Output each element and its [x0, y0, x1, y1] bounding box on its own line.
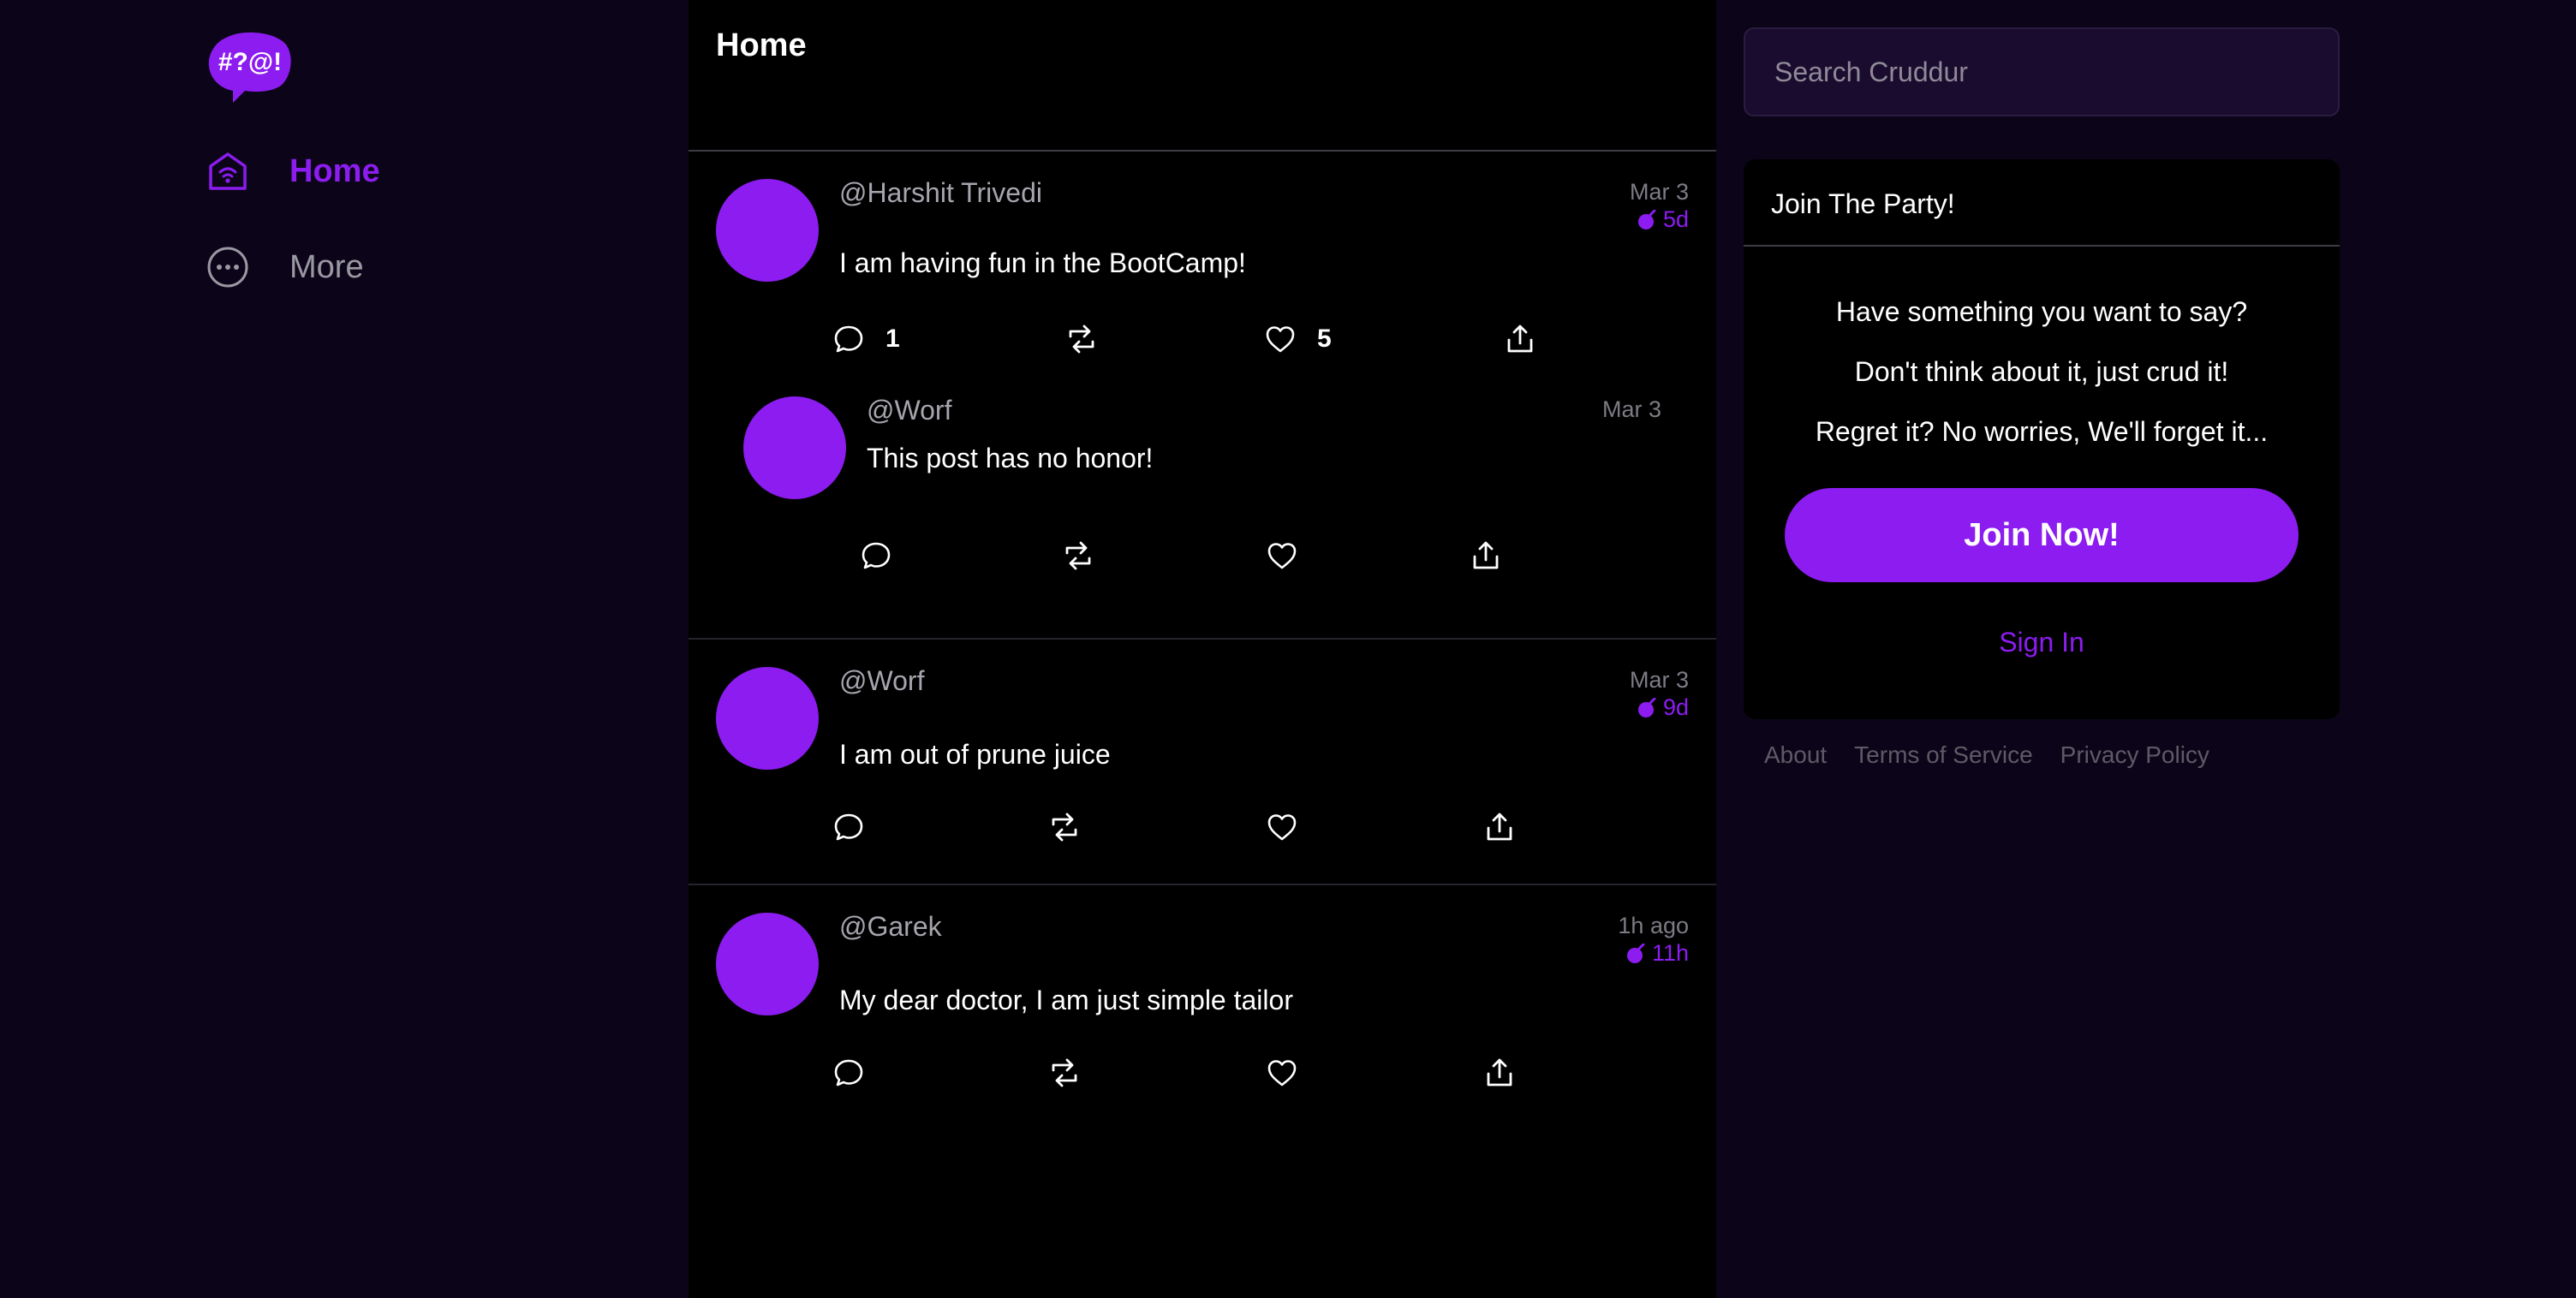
cruddur-logo[interactable]: #?@!: [207, 31, 293, 104]
share-icon: [1487, 1058, 1512, 1087]
search-input[interactable]: [1773, 55, 2290, 89]
reply-handle[interactable]: @Worf: [867, 395, 951, 426]
like-count: 5: [1317, 324, 1332, 353]
bomb-icon: [1626, 943, 1645, 963]
repost-button[interactable]: [1062, 539, 1094, 572]
post-handle[interactable]: @Worf: [839, 665, 924, 697]
sign-in-link[interactable]: Sign In: [1744, 627, 2340, 658]
post-handle[interactable]: @Harshit Trivedi: [839, 177, 1042, 209]
reply-button[interactable]: 1: [832, 323, 900, 355]
post[interactable]: @Harshit Trivedi Mar 3 5d I am having fu…: [689, 152, 1716, 640]
like-button[interactable]: [1266, 811, 1298, 843]
home-icon: [206, 149, 250, 194]
svg-text:#?@!: #?@!: [218, 48, 282, 76]
reply-button[interactable]: [832, 1057, 865, 1089]
footer-links: About Terms of Service Privacy Policy: [1764, 741, 2209, 769]
post-expiry: 11h: [1626, 940, 1689, 967]
repost-icon: [1052, 813, 1077, 842]
reply-icon: [834, 1059, 863, 1087]
divider: [1744, 245, 2340, 247]
share-icon: [1473, 541, 1499, 569]
post-expiry: 9d: [1637, 694, 1689, 721]
repost-icon: [1065, 541, 1091, 570]
avatar[interactable]: [716, 667, 819, 770]
search-box[interactable]: [1744, 27, 2340, 116]
join-card-line: Don't think about it, just crud it!: [1854, 356, 2229, 387]
repost-button[interactable]: [1048, 1057, 1081, 1089]
post-handle[interactable]: @Garek: [839, 911, 942, 943]
share-icon: [1487, 813, 1512, 841]
join-now-button[interactable]: Join Now!: [1785, 488, 2299, 582]
repost-icon: [1069, 324, 1094, 354]
join-card-line: Have something you want to say?: [1835, 296, 2248, 327]
repost-button[interactable]: [1065, 323, 1098, 355]
like-button[interactable]: [1266, 539, 1298, 572]
feed: Home @Harshit Trivedi Mar 3 5d I am havi…: [689, 0, 1716, 1298]
share-button[interactable]: [1483, 811, 1516, 843]
post-body: I am out of prune juice: [839, 739, 1111, 770]
like-button[interactable]: 5: [1264, 323, 1332, 355]
like-icon: [1267, 1060, 1297, 1087]
reply-button[interactable]: [832, 811, 865, 843]
avatar[interactable]: [716, 913, 819, 1015]
like-icon: [1267, 814, 1297, 841]
more-icon: [206, 245, 250, 289]
nav-more[interactable]: More: [206, 245, 364, 289]
footer-terms-link[interactable]: Terms of Service: [1854, 741, 2033, 769]
post-expiry-text: 9d: [1662, 694, 1689, 720]
footer-about-link[interactable]: About: [1764, 741, 1827, 769]
reply-count: 1: [886, 324, 900, 353]
nav-home-label: Home: [289, 152, 380, 189]
repost-icon: [1052, 1058, 1077, 1087]
bomb-icon: [1637, 697, 1656, 717]
join-card-title: Join The Party!: [1771, 188, 1955, 219]
join-card-line: Regret it? No worries, We'll forget it..…: [1815, 416, 2269, 447]
post-expiry-text: 11h: [1651, 940, 1689, 966]
post-body: My dear doctor, I am just simple tailor: [839, 985, 1293, 1015]
feed-header: Home: [689, 0, 1716, 152]
repost-button[interactable]: [1048, 811, 1081, 843]
nav-home[interactable]: Home: [206, 149, 380, 194]
nav-more-label: More: [289, 248, 364, 285]
post-body: I am having fun in the BootCamp!: [839, 247, 1246, 278]
post-expiry-text: 5d: [1662, 206, 1689, 232]
footer-privacy-link[interactable]: Privacy Policy: [2060, 741, 2209, 769]
reply-icon: [834, 813, 863, 841]
like-button[interactable]: [1266, 1057, 1298, 1089]
post-expiry: 5d: [1637, 206, 1689, 233]
reply-date: Mar 3: [1601, 396, 1661, 422]
post[interactable]: @Garek 1h ago 11h My dear doctor, I am j…: [689, 885, 1716, 1142]
join-card: Join The Party! Have something you want …: [1744, 159, 2340, 719]
avatar[interactable]: [743, 396, 846, 499]
like-icon: [1267, 543, 1297, 569]
reply-button[interactable]: [860, 539, 892, 572]
avatar[interactable]: [716, 179, 819, 282]
share-button[interactable]: [1504, 323, 1536, 355]
reply-icon: [834, 325, 863, 353]
reply-icon: [862, 542, 891, 569]
post[interactable]: @Worf Mar 3 9d I am out of prune juice: [689, 640, 1716, 885]
reply-body: This post has no honor!: [867, 443, 1154, 473]
post-date: Mar 3: [1629, 179, 1689, 205]
post-date: Mar 3: [1629, 667, 1689, 693]
logo-icon: #?@!: [208, 32, 291, 103]
share-button[interactable]: [1470, 539, 1502, 572]
page-title: Home: [716, 27, 807, 63]
bomb-icon: [1637, 209, 1656, 229]
share-button[interactable]: [1483, 1057, 1516, 1089]
like-icon: [1266, 326, 1295, 353]
share-icon: [1507, 324, 1533, 353]
post-date: 1h ago: [1618, 913, 1689, 938]
